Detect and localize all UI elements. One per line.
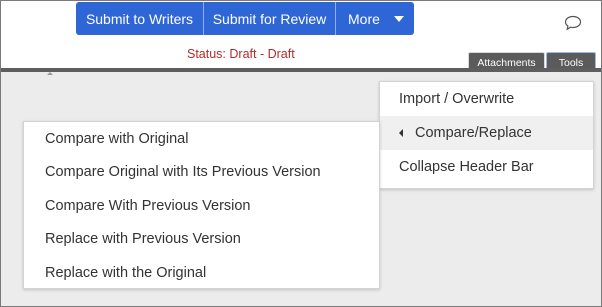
menu-item-label: Compare With Previous Version	[45, 197, 251, 214]
submit-to-writers-label: Submit to Writers	[85, 10, 194, 27]
tools-menu: Import / Overwrite Compare/Replace Colla…	[379, 81, 594, 189]
menu-item-replace-previous[interactable]: Replace with Previous Version	[24, 223, 379, 257]
menu-item-label: Collapse Header Bar	[399, 159, 534, 175]
more-label: More	[348, 10, 380, 27]
menu-item-import-overwrite[interactable]: Import / Overwrite	[380, 82, 593, 116]
header: Submit to Writers Submit for Review More…	[1, 1, 601, 72]
menu-item-compare-replace[interactable]: Compare/Replace	[380, 116, 593, 150]
action-button-group: Submit to Writers Submit for Review More	[76, 2, 414, 35]
submenu-arrow-left-icon	[399, 129, 403, 137]
menu-item-label: Compare with Original	[45, 130, 189, 147]
submit-to-writers-button[interactable]: Submit to Writers	[76, 2, 204, 35]
menu-item-compare-previous[interactable]: Compare With Previous Version	[24, 189, 379, 223]
menu-item-label: Replace with Previous Version	[45, 231, 241, 248]
compare-replace-submenu: Compare with Original Compare Original w…	[23, 121, 380, 289]
menu-item-replace-original[interactable]: Replace with the Original	[24, 256, 379, 290]
status-text: Status: Draft - Draft	[187, 47, 295, 61]
submit-for-review-label: Submit for Review	[212, 10, 327, 27]
menu-item-collapse-header-bar[interactable]: Collapse Header Bar	[380, 150, 593, 184]
menu-item-compare-with-original[interactable]: Compare with Original	[24, 122, 379, 156]
chevron-down-icon	[393, 15, 404, 22]
app-frame: Submit to Writers Submit for Review More…	[0, 0, 602, 307]
tab-attachments-label: Attachments	[477, 56, 536, 69]
menu-item-label: Replace with the Original	[45, 264, 207, 281]
submit-for-review-button[interactable]: Submit for Review	[204, 2, 336, 35]
collapse-handle-icon[interactable]	[47, 72, 53, 75]
tab-tools-label: Tools	[558, 56, 584, 69]
chat-bubble-icon[interactable]	[564, 15, 582, 31]
menu-item-label: Import / Overwrite	[399, 91, 515, 107]
menu-item-compare-original-previous[interactable]: Compare Original with Its Previous Versi…	[24, 156, 379, 190]
menu-item-label: Compare Original with Its Previous Versi…	[45, 164, 321, 181]
menu-item-label: Compare/Replace	[415, 125, 532, 141]
more-button[interactable]: More	[336, 2, 414, 35]
